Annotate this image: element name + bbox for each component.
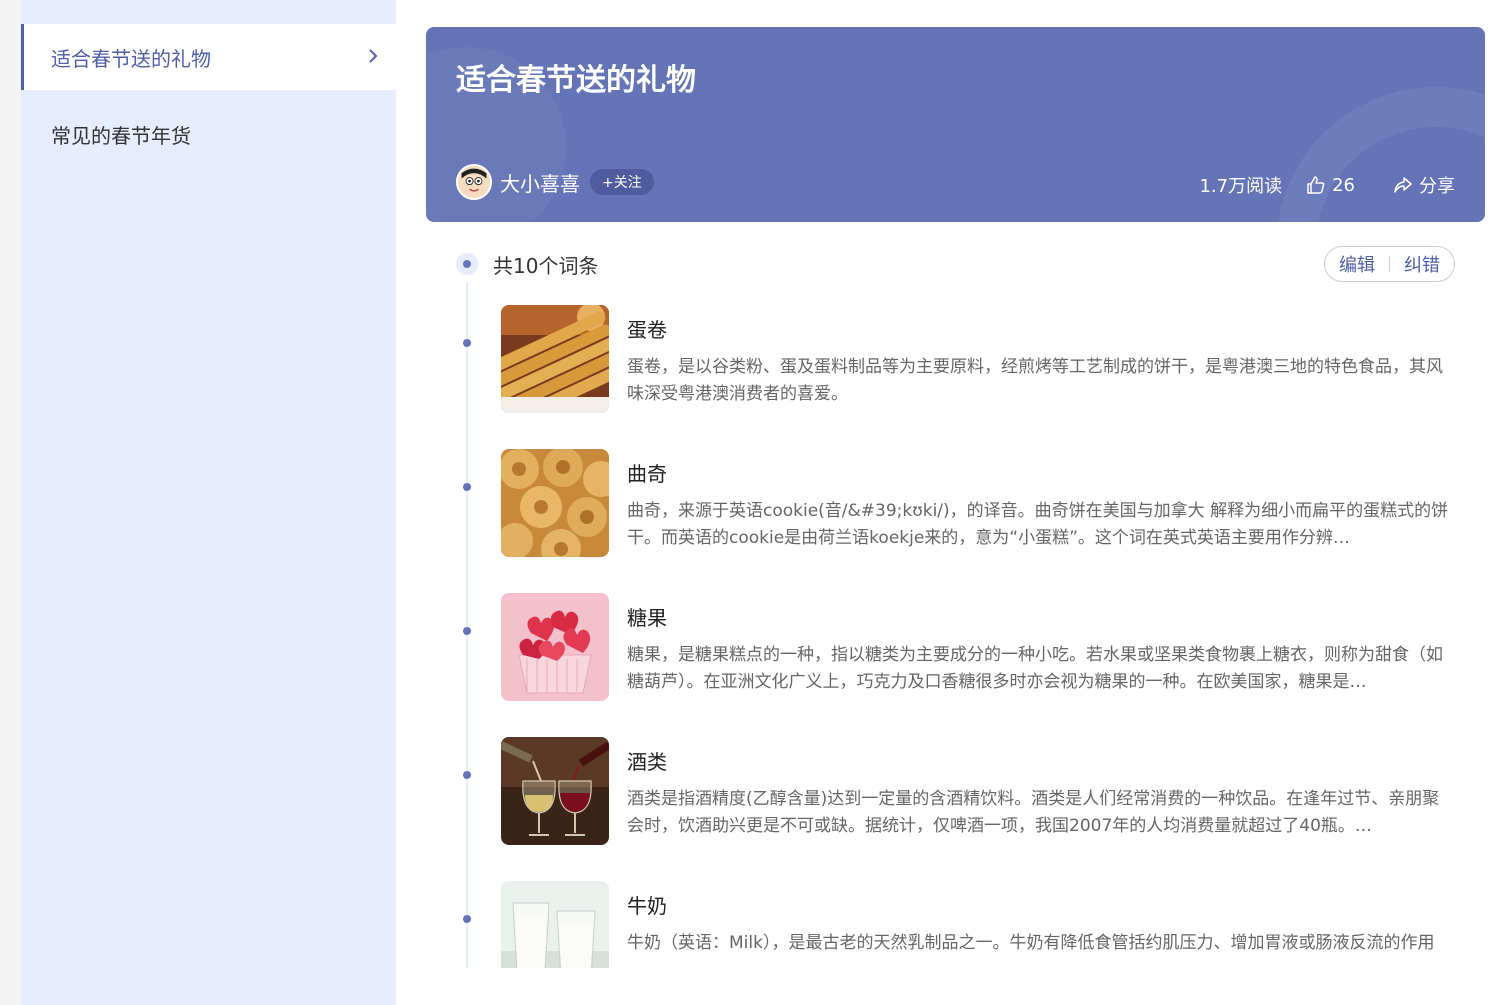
like-count: 26 bbox=[1332, 174, 1355, 196]
read-count: 1.7万阅读 bbox=[1199, 176, 1283, 197]
egg-roll-image[interactable] bbox=[501, 305, 609, 413]
milk-image[interactable] bbox=[501, 881, 609, 968]
collection-banner: 适合春节送的礼物 大小喜喜 +关注 1.7万阅读 26 分享 bbox=[426, 27, 1485, 222]
list-item[interactable]: 糖果 糖果，是糖果糕点的一种，指以糖类为主要成分的一种小吃。若水果或坚果类食物裹… bbox=[456, 578, 1466, 701]
cookie-image[interactable] bbox=[501, 449, 609, 557]
share-icon bbox=[1394, 177, 1412, 193]
left-gutter bbox=[0, 0, 21, 1005]
divider bbox=[1389, 256, 1390, 272]
follow-button[interactable]: +关注 bbox=[590, 169, 654, 195]
share-label: 分享 bbox=[1419, 176, 1455, 197]
stats-row: 1.7万阅读 26 分享 bbox=[1199, 172, 1455, 198]
banner-decoration bbox=[1276, 87, 1485, 222]
share-button[interactable]: 分享 bbox=[1393, 172, 1455, 198]
timeline-dot bbox=[463, 915, 471, 923]
timeline-dot bbox=[463, 771, 471, 779]
page-title: 适合春节送的礼物 bbox=[456, 63, 696, 98]
entry-description: 糖果，是糖果糕点的一种，指以糖类为主要成分的一种小吃。若水果或坚果类食物裹上糖衣… bbox=[627, 645, 1443, 692]
sidebar-item-gifts[interactable]: 适合春节送的礼物 bbox=[21, 24, 396, 90]
entry-description: 蛋卷，是以谷类粉、蛋及蛋料制品等为主要原料，经煎烤等工艺制成的饼干，是粤港澳三地… bbox=[627, 357, 1443, 404]
list-header: 共10个词条 编辑 纠错 bbox=[456, 246, 1455, 282]
entry-title[interactable]: 牛奶 bbox=[627, 890, 667, 919]
candy-image[interactable] bbox=[501, 593, 609, 701]
entry-title[interactable]: 糖果 bbox=[627, 602, 667, 631]
sidebar-top-cap bbox=[21, 0, 396, 24]
timeline-dot bbox=[463, 339, 471, 347]
entry-title[interactable]: 蛋卷 bbox=[627, 314, 667, 343]
sidebar-body: 常见的春节年货 bbox=[21, 90, 396, 1005]
list-item[interactable]: 酒类 酒类是指酒精度(乙醇含量)达到一定量的含酒精饮料。酒类是人们经常消费的一种… bbox=[456, 722, 1466, 845]
sidebar-item-new-year-goods[interactable]: 常见的春节年货 bbox=[51, 120, 191, 149]
entry-description: 曲奇，来源于英语cookie(音/&#39;kʊki/)，的译音。曲奇饼在美国与… bbox=[627, 501, 1449, 548]
timeline-start-dot bbox=[456, 253, 478, 275]
entry-list: 蛋卷 蛋卷，是以谷类粉、蛋及蛋料制品等为主要原料，经煎烤等工艺制成的饼干，是粤港… bbox=[456, 290, 1466, 968]
timeline-dot bbox=[463, 483, 471, 491]
entry-title[interactable]: 酒类 bbox=[627, 746, 667, 775]
author-row: 大小喜喜 +关注 bbox=[456, 164, 654, 200]
correct-button[interactable]: 纠错 bbox=[1404, 251, 1440, 277]
thumbs-up-icon bbox=[1307, 176, 1325, 194]
list-item[interactable]: 蛋卷 蛋卷，是以谷类粉、蛋及蛋料制品等为主要原料，经煎烤等工艺制成的饼干，是粤港… bbox=[456, 290, 1466, 413]
avatar[interactable] bbox=[456, 164, 492, 200]
list-item[interactable]: 曲奇 曲奇，来源于英语cookie(音/&#39;kʊki/)，的译音。曲奇饼在… bbox=[456, 434, 1466, 557]
entry-title[interactable]: 曲奇 bbox=[627, 458, 667, 487]
timeline-dot bbox=[463, 627, 471, 635]
author-name[interactable]: 大小喜喜 bbox=[500, 168, 580, 197]
entry-description: 酒类是指酒精度(乙醇含量)达到一定量的含酒精饮料。酒类是人们经常消费的一种饮品。… bbox=[627, 789, 1440, 836]
entry-description: 牛奶（英语：Milk），是最古老的天然乳制品之一。牛奶有降低食管括约肌压力、增加… bbox=[627, 933, 1435, 953]
wine-image[interactable] bbox=[501, 737, 609, 845]
sidebar-item-label: 适合春节送的礼物 bbox=[51, 46, 211, 71]
entry-count: 共10个词条 bbox=[493, 253, 599, 278]
list-item[interactable]: 牛奶 牛奶（英语：Milk），是最古老的天然乳制品之一。牛奶有降低食管括约肌压力… bbox=[456, 866, 1466, 968]
edit-correct-group: 编辑 纠错 bbox=[1324, 246, 1455, 282]
edit-button[interactable]: 编辑 bbox=[1339, 251, 1375, 277]
chevron-right-icon bbox=[366, 48, 380, 67]
sidebar: 适合春节送的礼物 常见的春节年货 bbox=[21, 0, 396, 1005]
like-button[interactable]: 26 bbox=[1306, 175, 1355, 196]
